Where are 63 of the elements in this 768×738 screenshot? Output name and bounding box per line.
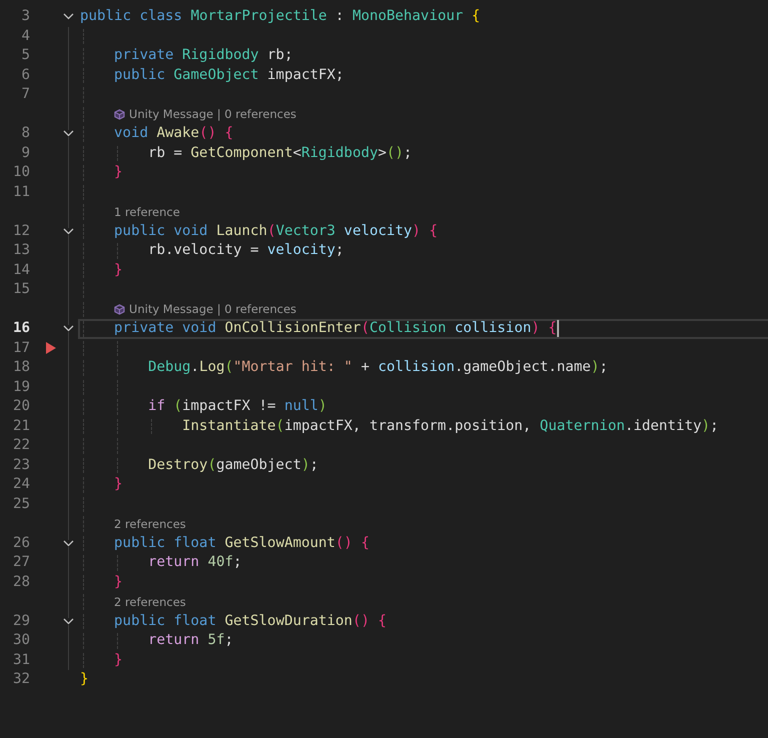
code-line: rb = GetComponent<Rigidbody>(); xyxy=(148,144,412,162)
line-number: 15 xyxy=(12,280,30,299)
code-line: public class MortarProjectile : MonoBehaviour { xyxy=(80,8,480,26)
line-number: 29 xyxy=(12,612,30,630)
line-number: 22 xyxy=(12,436,30,455)
line-number: 9 xyxy=(20,144,30,162)
code-line: public void Launch(Vector3 velocity) { xyxy=(114,222,438,240)
line-number: 14 xyxy=(12,260,30,280)
code-line: return 5f; xyxy=(148,632,234,650)
code-line: } xyxy=(114,652,123,669)
code-line: private Rigidbody rb; xyxy=(114,47,293,64)
line-number: 19 xyxy=(12,378,30,396)
code-lens[interactable]: 2 references xyxy=(114,516,186,531)
line-number: 3 xyxy=(20,7,30,26)
code-line: rb.velocity = velocity; xyxy=(148,242,344,260)
line-number: 11 xyxy=(12,182,30,202)
code-lens[interactable]: Unity Message | 0 references xyxy=(129,302,296,316)
line-number: 28 xyxy=(12,572,30,592)
line-number: 13 xyxy=(12,241,30,260)
code-line: } xyxy=(114,476,123,494)
code-lens[interactable]: Unity Message | 0 references xyxy=(129,107,296,122)
code-line: return 40f; xyxy=(148,554,242,572)
line-number: 18 xyxy=(12,358,30,377)
cube-icon xyxy=(114,304,126,315)
line-number: 16 xyxy=(12,319,30,338)
code-line: } xyxy=(114,262,123,279)
code-lens[interactable]: 2 references xyxy=(114,594,186,609)
cube-icon xyxy=(114,108,126,120)
line-number: 26 xyxy=(12,534,30,552)
code-line: public float GetSlowAmount() { xyxy=(114,534,370,552)
code-lens[interactable]: 1 reference xyxy=(114,204,180,219)
line-number: 7 xyxy=(20,85,30,104)
code-line: Destroy(gameObject); xyxy=(148,456,318,474)
line-number: 23 xyxy=(12,456,30,474)
line-number: 27 xyxy=(12,553,30,572)
code-line: private void OnCollisionEnter(Collision collision) { xyxy=(114,320,557,338)
chevron-icon[interactable] xyxy=(62,540,74,547)
line-number: 20 xyxy=(12,397,30,416)
line-number: 6 xyxy=(20,66,30,84)
line-number: 30 xyxy=(12,631,30,650)
line-number: 5 xyxy=(20,46,30,65)
line-number: 32 xyxy=(12,670,30,689)
code-line: } xyxy=(114,574,123,591)
code-line: } xyxy=(80,671,89,688)
line-number: 8 xyxy=(20,124,30,143)
code-line: Instantiate(impactFX, transform.position, Quaternion.identity); xyxy=(182,418,719,435)
chevron-icon[interactable] xyxy=(62,618,74,625)
line-number: 17 xyxy=(12,338,30,358)
line-number: 24 xyxy=(12,475,30,494)
chevron-icon[interactable] xyxy=(62,228,74,235)
line-number: 21 xyxy=(12,416,30,436)
line-number: 31 xyxy=(12,650,30,670)
code-line: if (impactFX != null) xyxy=(148,398,327,416)
code-line: public float GetSlowDuration() { xyxy=(114,612,386,630)
line-number: 25 xyxy=(12,494,30,514)
line-number: 4 xyxy=(20,26,30,46)
line-number: 10 xyxy=(12,163,30,182)
code-line: } xyxy=(114,164,123,182)
line-number: 12 xyxy=(12,222,30,240)
code-line: Debug.Log("Mortar hit: " + collision.gameObject.name); xyxy=(148,359,608,376)
code-line: void Awake() { xyxy=(114,125,234,142)
code-line: public GameObject impactFX; xyxy=(114,66,344,84)
text-cursor xyxy=(556,320,559,338)
